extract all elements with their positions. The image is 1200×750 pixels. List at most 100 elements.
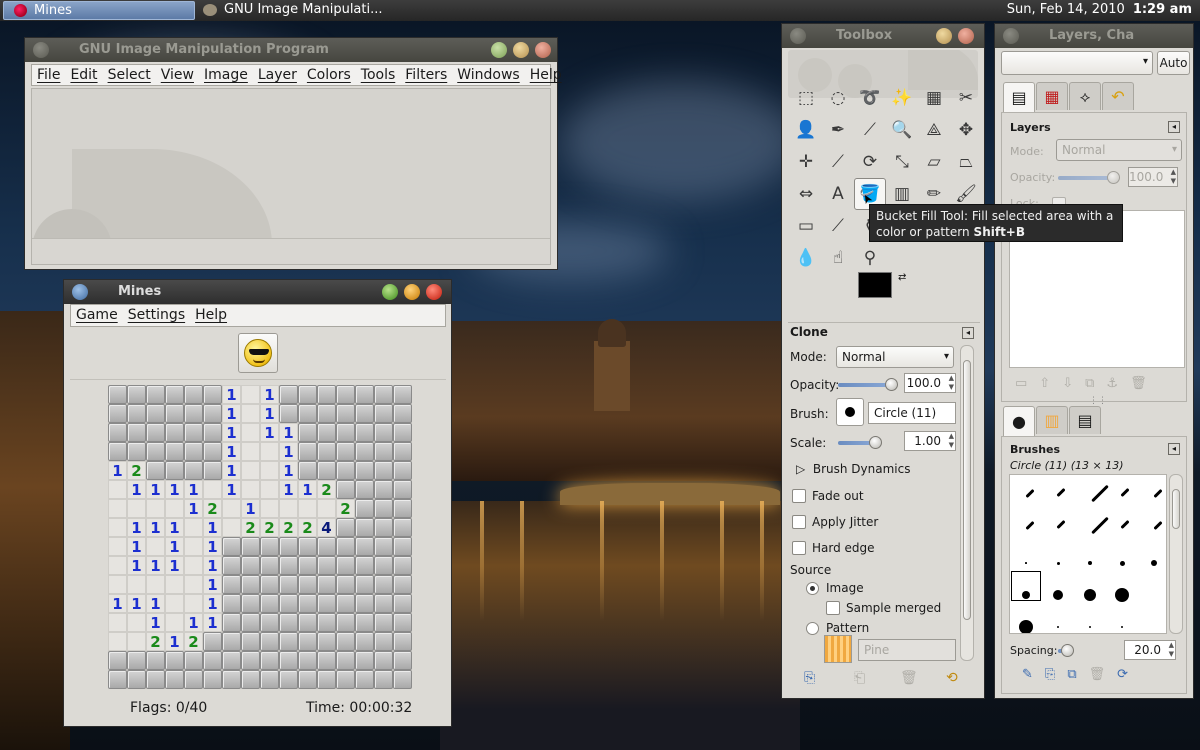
mine-cell[interactable] [260, 556, 279, 575]
mine-cell[interactable] [279, 404, 298, 423]
mine-cell[interactable] [146, 461, 165, 480]
mine-cell[interactable]: 2 [146, 632, 165, 651]
mine-cell[interactable]: 1 [127, 480, 146, 499]
mine-cell[interactable] [374, 575, 393, 594]
mine-cell[interactable] [336, 442, 355, 461]
mine-cell[interactable] [260, 594, 279, 613]
mine-cell[interactable] [260, 651, 279, 670]
mine-cell[interactable] [146, 651, 165, 670]
mine-cell[interactable] [355, 632, 374, 651]
mine-cell[interactable] [108, 651, 127, 670]
mine-cell[interactable] [336, 385, 355, 404]
mine-cell[interactable]: 1 [222, 461, 241, 480]
mine-cell[interactable]: 1 [184, 499, 203, 518]
mine-cell[interactable]: 1 [260, 404, 279, 423]
mine-cell[interactable] [355, 670, 374, 689]
mine-cell[interactable] [355, 385, 374, 404]
mine-cell[interactable] [203, 670, 222, 689]
mine-cell[interactable]: 1 [260, 385, 279, 404]
pattern-preview-button[interactable] [824, 635, 852, 663]
image-drop-area[interactable] [31, 88, 551, 265]
mine-cell[interactable] [355, 575, 374, 594]
window-titlebar[interactable]: Mines [64, 280, 451, 304]
mine-cell[interactable]: 1 [298, 480, 317, 499]
brush-preset[interactable] [1120, 487, 1130, 498]
foreground-color-swatch[interactable] [858, 272, 892, 298]
mine-cell[interactable] [260, 537, 279, 556]
spacing-slider[interactable] [1058, 644, 1074, 657]
brush-preset[interactable] [1151, 560, 1157, 566]
rect-select-tool-button[interactable]: ⬚ [790, 82, 822, 114]
mine-cell[interactable] [279, 594, 298, 613]
mine-cell[interactable] [317, 556, 336, 575]
mine-cell[interactable]: 1 [203, 518, 222, 537]
mine-cell[interactable] [336, 518, 355, 537]
mine-cell[interactable] [279, 575, 298, 594]
mine-cell[interactable] [298, 613, 317, 632]
brush-preset[interactable] [1019, 620, 1033, 633]
brush-dynamics-expander[interactable]: ▷ Brush Dynamics [796, 462, 910, 476]
fade-out-checkbox[interactable]: Fade out [792, 489, 864, 503]
mine-cell[interactable] [184, 385, 203, 404]
mine-cell[interactable] [317, 423, 336, 442]
menu-help[interactable]: Help [525, 65, 567, 85]
mine-cell[interactable] [241, 594, 260, 613]
mine-cell[interactable] [355, 518, 374, 537]
source-pattern-radio[interactable]: Pattern [806, 621, 869, 635]
mine-cell[interactable] [298, 632, 317, 651]
mine-cell[interactable]: 2 [203, 499, 222, 518]
taskbar-button-mines[interactable]: Mines [3, 1, 195, 20]
mine-cell[interactable] [203, 404, 222, 423]
mine-cell[interactable] [317, 632, 336, 651]
mine-cell[interactable] [336, 613, 355, 632]
brush-preset[interactable] [1024, 520, 1035, 530]
mine-cell[interactable]: 1 [146, 518, 165, 537]
mine-cell[interactable]: 1 [222, 480, 241, 499]
mine-cell[interactable] [374, 651, 393, 670]
mine-cell[interactable] [317, 670, 336, 689]
mine-cell[interactable] [374, 480, 393, 499]
mine-cell[interactable] [336, 461, 355, 480]
mine-cell[interactable]: 2 [298, 518, 317, 537]
color-picker-tool-button[interactable]: ⟋ [854, 114, 886, 146]
mine-cell[interactable] [241, 537, 260, 556]
mine-cell[interactable]: 1 [165, 537, 184, 556]
mine-cell[interactable] [127, 423, 146, 442]
mine-cell[interactable] [222, 537, 241, 556]
ellipse-select-tool-button[interactable]: ◌ [822, 82, 854, 114]
mine-cell[interactable] [355, 556, 374, 575]
mine-cell[interactable]: 1 [146, 594, 165, 613]
mine-cell[interactable] [298, 670, 317, 689]
mine-cell[interactable] [317, 461, 336, 480]
spacing-spinbox[interactable]: 20.0 ▲ ▼ [1124, 640, 1176, 660]
mine-cell[interactable]: 1 [146, 613, 165, 632]
mine-cell[interactable] [241, 556, 260, 575]
move-tool-button[interactable]: ✥ [950, 114, 982, 146]
scale-spinbox[interactable]: 1.00 ▲ ▼ [904, 431, 956, 451]
mine-cell[interactable]: 1 [127, 518, 146, 537]
mine-cell[interactable] [336, 480, 355, 499]
mine-cell[interactable] [393, 594, 412, 613]
mine-cell[interactable]: 1 [146, 480, 165, 499]
brush-preset[interactable] [1120, 519, 1130, 530]
maximize-button[interactable] [936, 28, 952, 44]
mine-cell[interactable] [165, 461, 184, 480]
mine-cell[interactable] [146, 385, 165, 404]
tab-patterns[interactable]: ▥ [1036, 406, 1068, 434]
mine-cell[interactable] [260, 632, 279, 651]
brush-preset[interactable] [1089, 626, 1091, 628]
mine-cell[interactable] [279, 632, 298, 651]
scissors-select-tool-button[interactable]: ✂ [950, 82, 982, 114]
menu-image[interactable]: Image [199, 65, 253, 85]
brush-preset[interactable] [1056, 487, 1066, 498]
mine-cell[interactable] [355, 442, 374, 461]
mine-cell[interactable] [393, 442, 412, 461]
fuzzy-select-tool-button[interactable]: ✨ [886, 82, 918, 114]
mine-cell[interactable] [336, 423, 355, 442]
mine-cell[interactable]: 4 [317, 518, 336, 537]
mine-cell[interactable] [222, 651, 241, 670]
mine-cell[interactable] [374, 556, 393, 575]
tab-channels[interactable]: ▦ [1036, 82, 1068, 110]
tab-gradients[interactable]: ▤ [1069, 406, 1101, 434]
eraser-tool-button[interactable]: ▭ [790, 210, 822, 242]
